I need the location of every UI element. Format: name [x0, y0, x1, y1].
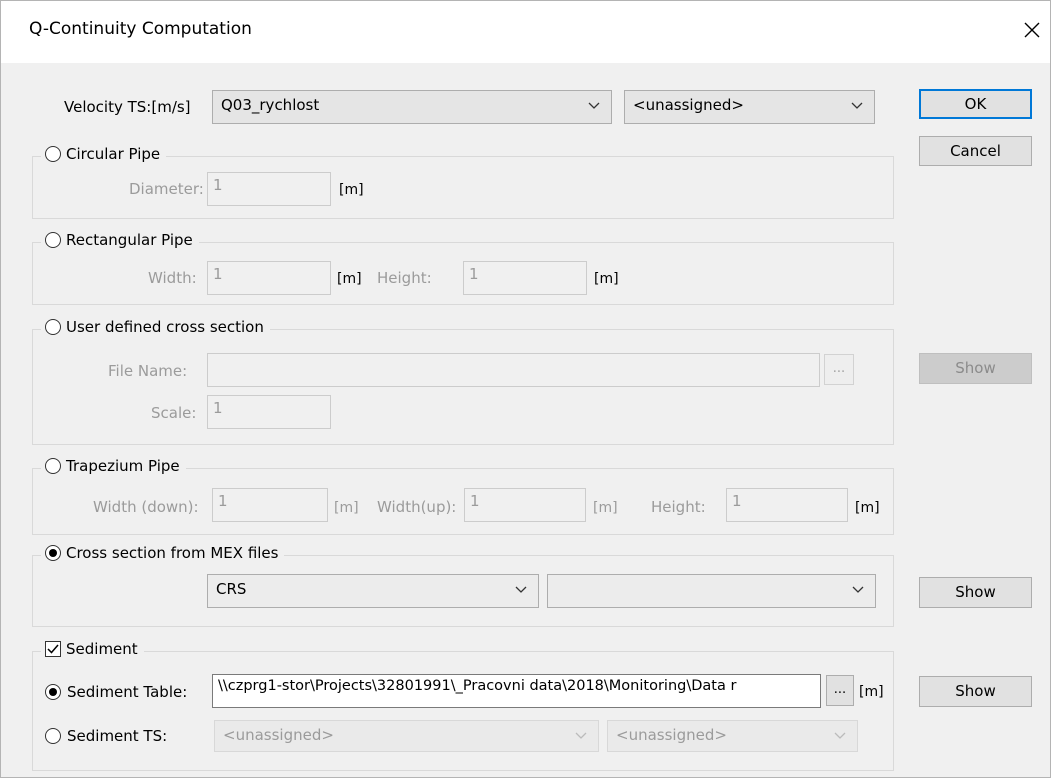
scale-input[interactable]: 1 — [207, 395, 331, 429]
rectangular-pipe-option[interactable]: Rectangular Pipe — [41, 231, 199, 249]
rect-height-label: Height: — [377, 269, 432, 287]
sediment-table-unit: [m] — [859, 684, 884, 700]
chevron-down-icon — [574, 729, 588, 747]
sediment-ts-radio[interactable] — [45, 728, 61, 744]
sediment-table-label: Sediment Table: — [67, 683, 188, 701]
trap-height-label: Height: — [651, 498, 706, 516]
sediment-option[interactable]: Sediment — [41, 640, 144, 658]
file-browse-button[interactable]: ... — [824, 354, 854, 385]
sediment-table-path-input[interactable]: \\czprg1-stor\Projects\32801991\_Pracovn… — [212, 674, 821, 708]
sediment-ts-value-2: <unassigned> — [616, 726, 727, 744]
sediment-table-radio[interactable] — [45, 684, 61, 700]
rectangular-pipe-label: Rectangular Pipe — [66, 231, 193, 249]
velocity-ts-label: Velocity TS:[m/s] — [64, 98, 191, 116]
trapezium-pipe-label: Trapezium Pipe — [66, 457, 180, 475]
velocity-second-select[interactable]: <unassigned> — [624, 90, 875, 124]
close-icon[interactable] — [1017, 15, 1047, 45]
user-defined-radio[interactable] — [45, 319, 61, 335]
mex-select-2[interactable] — [547, 574, 876, 608]
circular-pipe-option[interactable]: Circular Pipe — [41, 145, 167, 163]
sediment-checkbox[interactable] — [45, 641, 61, 657]
circular-pipe-radio[interactable] — [45, 146, 61, 162]
chevron-down-icon — [833, 729, 847, 747]
circular-pipe-label: Circular Pipe — [66, 145, 161, 163]
chevron-down-icon — [851, 583, 865, 601]
width-up-unit: [m] — [593, 500, 618, 516]
width-down-input[interactable]: 1 — [212, 488, 328, 522]
trap-height-unit: [m] — [855, 500, 880, 516]
velocity-second-value: <unassigned> — [633, 96, 744, 114]
velocity-ts-select[interactable]: Q03_rychlost — [212, 90, 612, 124]
diameter-label: Diameter: — [129, 180, 204, 198]
diameter-unit: [m] — [339, 182, 364, 198]
user-defined-show-button[interactable]: Show — [919, 353, 1032, 384]
mex-label: Cross section from MEX files — [66, 544, 279, 562]
user-defined-group — [32, 329, 894, 445]
width-up-input[interactable]: 1 — [464, 488, 586, 522]
user-defined-option[interactable]: User defined cross section — [41, 318, 270, 336]
mex-select-1-value: CRS — [216, 580, 247, 598]
title-bar: Q-Continuity Computation — [1, 1, 1050, 63]
cancel-button[interactable]: Cancel — [919, 136, 1032, 166]
sediment-ts-option[interactable]: Sediment TS: — [45, 727, 167, 745]
width-down-unit: [m] — [334, 500, 359, 516]
rect-height-input[interactable]: 1 — [463, 261, 587, 295]
q-continuity-dialog: Q-Continuity Computation Velocity TS:[m/… — [0, 0, 1051, 778]
mex-select-1[interactable]: CRS — [207, 574, 539, 608]
diameter-input[interactable]: 1 — [207, 172, 331, 206]
ok-button[interactable]: OK — [919, 89, 1032, 119]
mex-radio[interactable] — [45, 545, 61, 561]
rect-height-unit: [m] — [594, 271, 619, 287]
file-name-label: File Name: — [108, 362, 188, 380]
trapezium-pipe-option[interactable]: Trapezium Pipe — [41, 457, 186, 475]
mex-show-button[interactable]: Show — [919, 577, 1032, 608]
sediment-table-browse-button[interactable]: ... — [826, 675, 854, 706]
chevron-down-icon — [514, 583, 528, 601]
window-title: Q-Continuity Computation — [29, 19, 252, 39]
rect-width-input[interactable]: 1 — [207, 261, 331, 295]
trap-height-input[interactable]: 1 — [726, 488, 848, 522]
sediment-label: Sediment — [66, 640, 138, 658]
sediment-group — [32, 651, 894, 771]
trapezium-pipe-radio[interactable] — [45, 458, 61, 474]
user-defined-label: User defined cross section — [66, 318, 264, 336]
chevron-down-icon — [850, 99, 864, 117]
chevron-down-icon — [587, 99, 601, 117]
rect-width-unit: [m] — [337, 271, 362, 287]
width-down-label: Width (down): — [93, 498, 199, 516]
sediment-show-button[interactable]: Show — [919, 676, 1032, 707]
scale-label: Scale: — [151, 404, 197, 422]
file-name-input[interactable] — [207, 353, 820, 387]
sediment-table-option[interactable]: Sediment Table: — [45, 683, 187, 701]
rectangular-pipe-radio[interactable] — [45, 232, 61, 248]
sediment-ts-select-1[interactable]: <unassigned> — [214, 720, 599, 752]
velocity-ts-value: Q03_rychlost — [221, 96, 320, 114]
width-up-label: Width(up): — [377, 498, 457, 516]
sediment-ts-select-2[interactable]: <unassigned> — [607, 720, 858, 752]
sediment-ts-label: Sediment TS: — [67, 727, 168, 745]
rect-width-label: Width: — [148, 269, 197, 287]
sediment-ts-value-1: <unassigned> — [223, 726, 334, 744]
mex-option[interactable]: Cross section from MEX files — [41, 544, 285, 562]
